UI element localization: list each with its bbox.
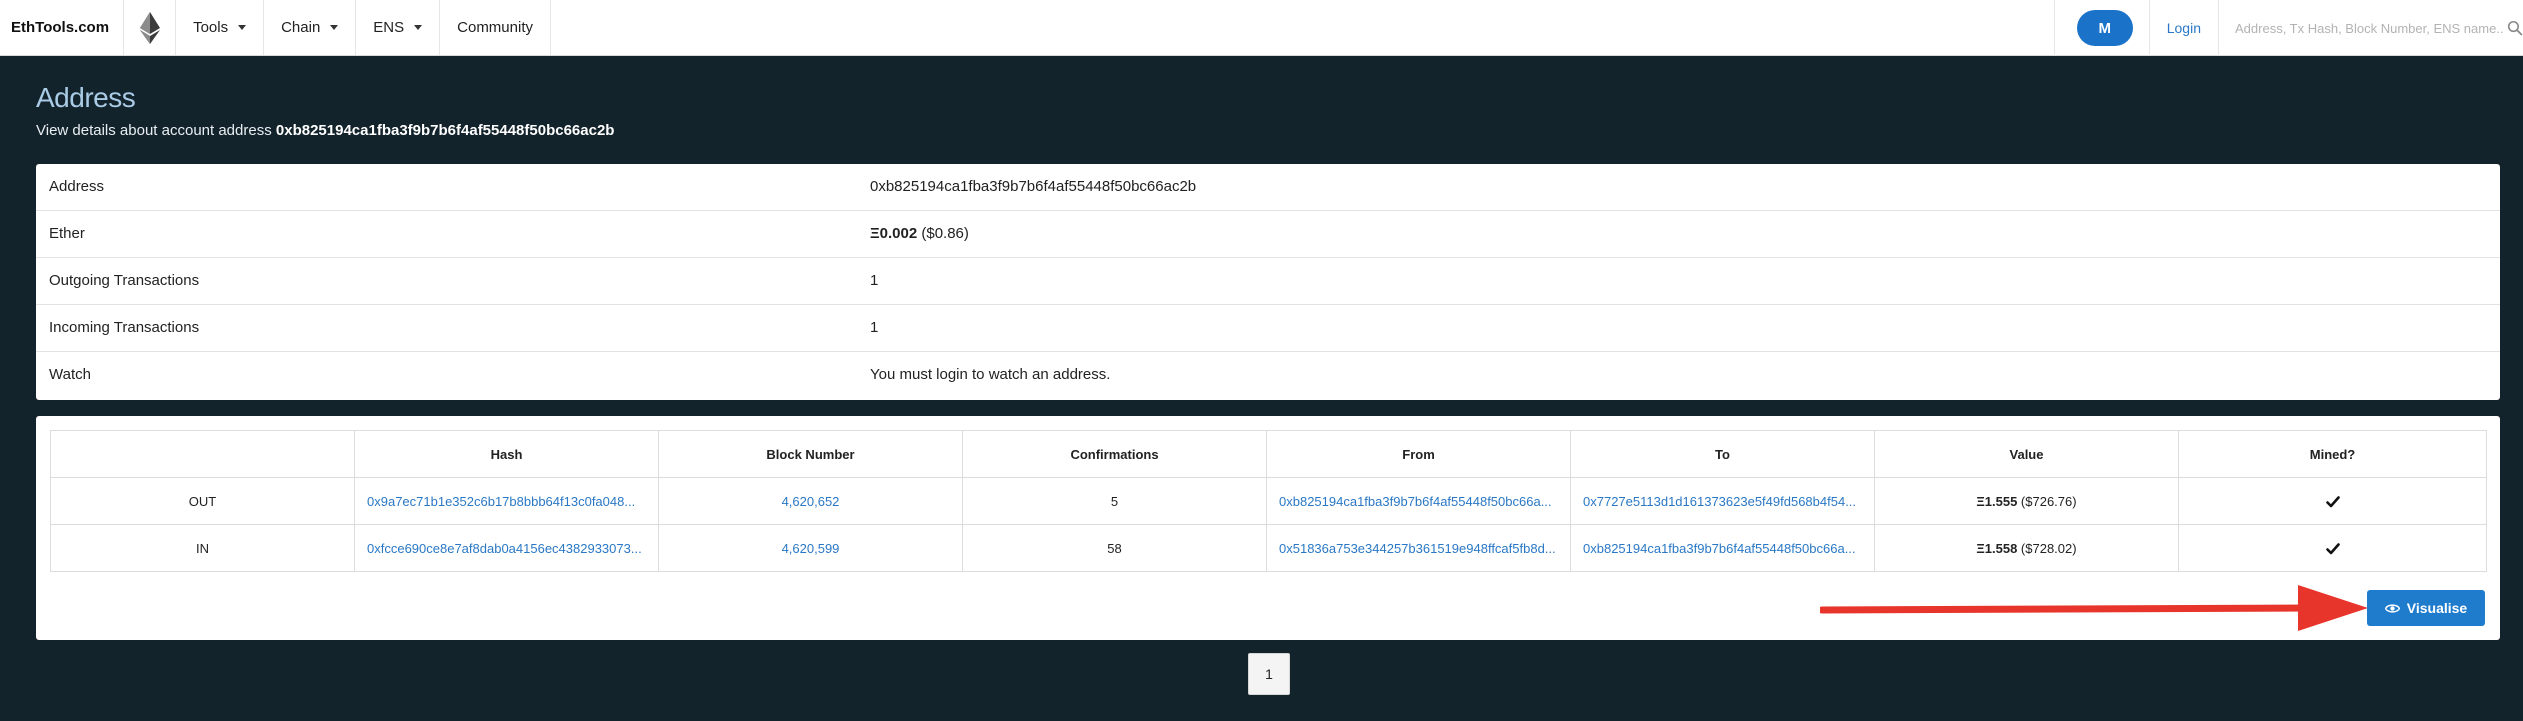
detail-value: Ξ0.002 ($0.86) [870, 225, 969, 242]
nav-tools-label: Tools [193, 19, 229, 36]
metamask-wrap: M [2053, 0, 2150, 56]
tx-to-link[interactable]: 0xb825194ca1fba3f9b7b6f4af55448f50bc66a.… [1570, 524, 1875, 572]
tx-hash-link[interactable]: 0x9a7ec71b1e352c6b17b8bbb64f13c0fa048... [354, 477, 659, 525]
tx-block-link[interactable]: 4,620,652 [658, 477, 963, 525]
column-header: Value [1874, 430, 2179, 478]
nav-tools-menu[interactable]: Tools [176, 0, 265, 55]
nav-chain-label: Chain [281, 19, 321, 36]
metamask-button[interactable]: M [2076, 10, 2133, 46]
detail-row-watch: Watch You must login to watch an address… [36, 352, 2500, 399]
tx-value-ether: Ξ1.555 [1976, 493, 2018, 509]
login-link[interactable]: Login [2150, 0, 2219, 56]
tx-confirmations: 58 [962, 524, 1267, 572]
tx-to-link[interactable]: 0x7727e5113d1d161373623e5f49fd568b4f54..… [1570, 477, 1875, 525]
tx-value-ether: Ξ1.558 [1976, 540, 2018, 556]
nav-community-link[interactable]: Community [440, 0, 551, 55]
ether-usd: ($0.86) [917, 225, 969, 242]
page-subtitle: View details about account address 0xb82… [36, 122, 614, 139]
detail-key: Outgoing Transactions [49, 272, 200, 289]
tx-direction: OUT [50, 477, 355, 525]
tx-block-link[interactable]: 4,620,599 [658, 524, 963, 572]
nav-ens-menu[interactable]: ENS [356, 0, 441, 55]
tx-mined [2178, 477, 2487, 525]
nav-ens-label: ENS [373, 19, 405, 36]
tx-from-link[interactable]: 0x51836a753e344257b361519e948ffcaf5fb8d.… [1266, 524, 1571, 572]
address-details-card: Address 0xb825194ca1fba3f9b7b6f4af55448f… [36, 164, 2500, 400]
page-title: Address [36, 82, 136, 113]
visualise-label: Visualise [2406, 600, 2468, 616]
table-row: IN 0xfcce690ce8e7af8dab0a4156ec438293307… [50, 524, 2487, 572]
tx-hash-link[interactable]: 0xfcce690ce8e7af8dab0a4156ec4382933073..… [354, 524, 659, 572]
navbar-right: M Login [2053, 0, 2523, 56]
subtitle-text: View details about account address [36, 122, 276, 139]
detail-key: Incoming Transactions [49, 319, 200, 336]
ether-balance: Ξ0.002 [870, 225, 918, 242]
column-header: Mined? [2178, 430, 2487, 478]
chevron-down-icon [238, 25, 247, 30]
tx-value-usd: ($728.02) [2017, 540, 2077, 556]
detail-row-address: Address 0xb825194ca1fba3f9b7b6f4af55448f… [36, 164, 2500, 211]
nav-community-label: Community [457, 19, 533, 36]
pagination-page-1[interactable]: 1 [1248, 653, 1290, 695]
subtitle-address: 0xb825194ca1fba3f9b7b6f4af55448f50bc66ac… [275, 122, 615, 139]
column-header: Hash [354, 430, 659, 478]
detail-row-incoming: Incoming Transactions 1 [36, 305, 2500, 352]
detail-key: Ether [49, 225, 85, 242]
tx-mined [2178, 524, 2487, 572]
column-header: From [1266, 430, 1571, 478]
search-icon[interactable] [2507, 20, 2523, 36]
tx-value: Ξ1.558 ($728.02) [1874, 524, 2179, 572]
transactions-table: Hash Block Number Confirmations From To … [50, 430, 2487, 572]
brand-logo-text[interactable]: EthTools.com [0, 0, 125, 55]
visualise-button[interactable]: Visualise [2367, 590, 2485, 626]
column-header: To [1570, 430, 1875, 478]
tx-direction: IN [50, 524, 355, 572]
search-box [2219, 0, 2523, 56]
nav-chain-menu[interactable]: Chain [264, 0, 357, 55]
detail-row-ether: Ether Ξ0.002 ($0.86) [36, 211, 2500, 258]
chevron-down-icon [414, 25, 423, 30]
table-header-row: Hash Block Number Confirmations From To … [50, 430, 2487, 478]
tx-from-link[interactable]: 0xb825194ca1fba3f9b7b6f4af55448f50bc66a.… [1266, 477, 1571, 525]
red-arrow-annotation [1820, 585, 2368, 631]
detail-value: 0xb825194ca1fba3f9b7b6f4af55448f50bc66ac… [870, 178, 1197, 195]
eye-icon [2384, 603, 2400, 613]
detail-key: Address [49, 178, 105, 195]
table-row: OUT 0x9a7ec71b1e352c6b17b8bbb64f13c0fa04… [50, 477, 2487, 525]
ethereum-diamond-icon[interactable] [124, 0, 177, 55]
detail-key: Watch [49, 366, 91, 383]
checkmark-icon [2325, 543, 2340, 555]
tx-confirmations: 5 [962, 477, 1267, 525]
detail-row-outgoing: Outgoing Transactions 1 [36, 258, 2500, 305]
chevron-down-icon [330, 25, 339, 30]
tx-value: Ξ1.555 ($726.76) [1874, 477, 2179, 525]
detail-value: 1 [870, 272, 879, 289]
column-header: Confirmations [962, 430, 1267, 478]
tx-value-usd: ($726.76) [2017, 493, 2077, 509]
column-header [50, 430, 355, 478]
column-header: Block Number [658, 430, 963, 478]
detail-value: You must login to watch an address. [870, 366, 1111, 383]
detail-value: 1 [870, 319, 879, 336]
top-navbar: EthTools.com Tools Chain ENS Community M… [0, 0, 2523, 56]
checkmark-icon [2325, 496, 2340, 508]
search-input[interactable] [2235, 20, 2504, 36]
